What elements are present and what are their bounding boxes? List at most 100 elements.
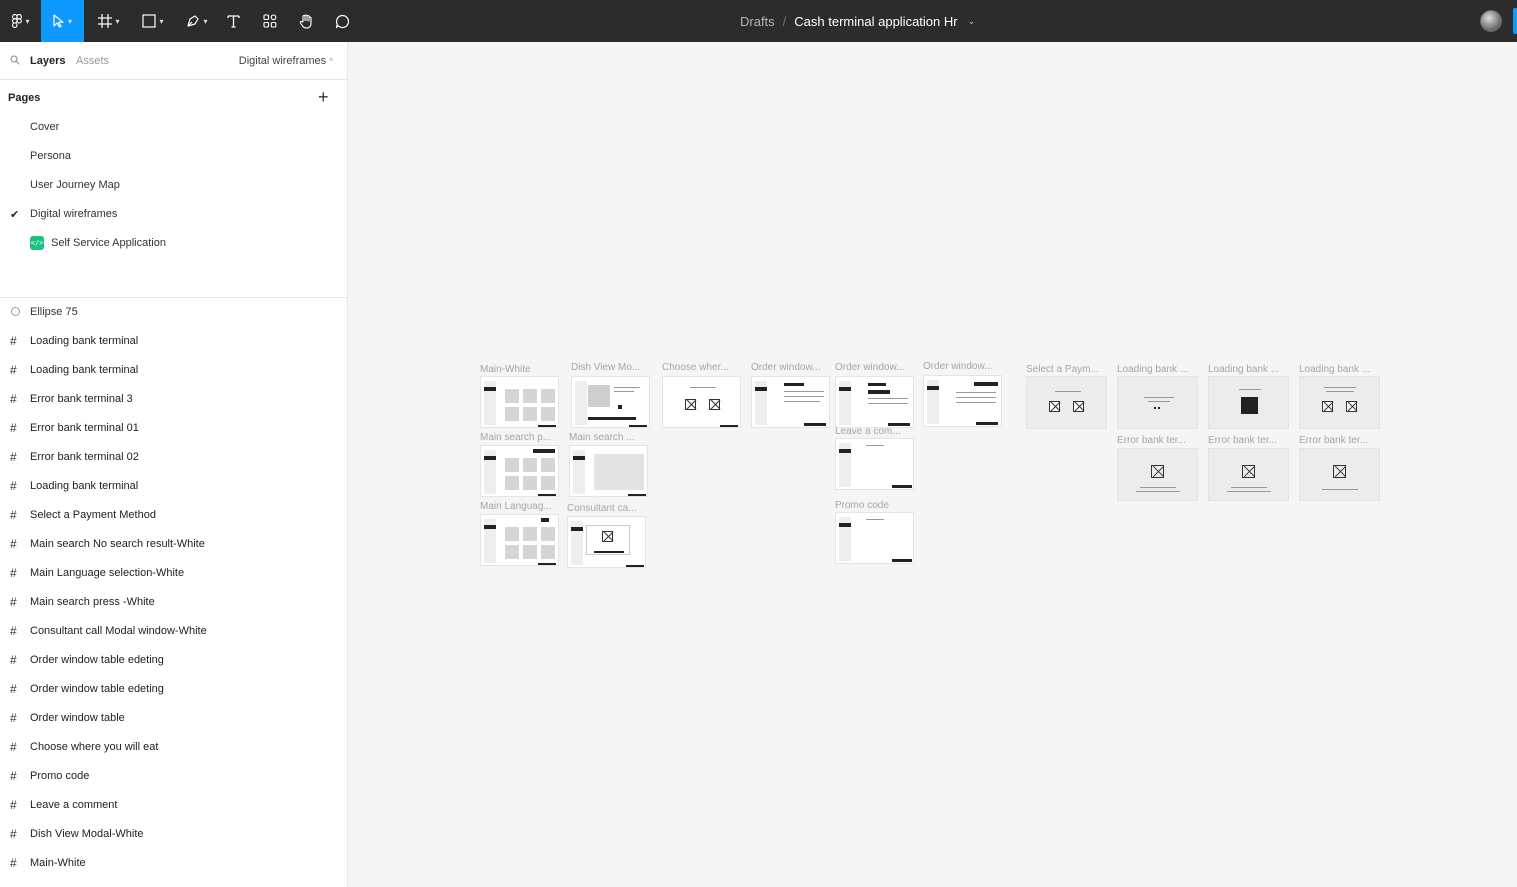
page-item-digital-wireframes[interactable]: Digital wireframes [30,208,117,220]
chevron-down-icon: ▾ [115,16,120,26]
current-page-select[interactable]: Digital wireframes ^ [239,55,333,67]
frame-label[interactable]: Order window... [751,362,820,373]
layer-label: Order window table edeting [30,654,164,666]
frame-hash-icon: # [10,334,17,348]
page-item-cover[interactable]: Cover [30,121,59,133]
frame-label[interactable]: Main search p... [480,432,551,443]
frame-label[interactable]: Loading bank ... [1117,364,1188,375]
frame-dish-view-modal[interactable] [571,376,650,428]
frame-error-2[interactable] [1208,448,1289,501]
layer-item[interactable]: # Loading bank terminal [0,472,348,501]
frame-label[interactable]: Consultant ca... [567,503,636,514]
add-page-icon[interactable]: + [318,88,329,106]
frame-error-1[interactable] [1117,448,1198,501]
frame-label[interactable]: Error bank ter... [1208,435,1277,446]
layer-label: Error bank terminal 02 [30,451,139,463]
frame-label[interactable]: Main Languag... [480,501,552,512]
frame-label[interactable]: Leave a com... [835,426,901,437]
layer-item[interactable]: # Order window table edeting [0,646,348,675]
avatar[interactable] [1480,10,1502,32]
layer-label: Loading bank terminal [30,335,139,347]
frame-label[interactable]: Main-White [480,364,531,375]
move-tool-button[interactable]: ▾ [41,0,84,42]
layer-item[interactable]: # Promo code [0,762,348,791]
frame-label[interactable]: Main search ... [569,432,635,443]
frame-main-language[interactable] [480,514,559,566]
layer-item[interactable]: # Loading bank terminal [0,356,348,385]
chevron-down-icon[interactable]: ⌄ [968,16,976,27]
layer-item[interactable]: # Error bank terminal 02 [0,443,348,472]
breadcrumb-drafts[interactable]: Drafts [740,14,775,29]
frame-hash-icon: # [10,595,17,609]
components-icon [263,14,277,28]
frame-error-3[interactable] [1299,448,1380,501]
comment-tool-button[interactable] [330,0,354,42]
frame-label[interactable]: Error bank ter... [1299,435,1368,446]
frame-order-window-2[interactable] [835,376,914,428]
frame-label[interactable]: Error bank ter... [1117,435,1186,446]
resources-tool-button[interactable] [258,0,282,42]
main-menu-button[interactable]: ▾ [4,0,38,42]
share-button-edge[interactable] [1513,8,1517,34]
layer-item[interactable]: # Select a Payment Method [0,501,348,530]
frame-label[interactable]: Promo code [835,500,889,511]
frame-main-search-no-result[interactable] [569,445,648,497]
layer-item[interactable]: # Error bank terminal 01 [0,414,348,443]
frame-label[interactable]: Order window... [835,362,904,373]
page-item-user-journey-map[interactable]: User Journey Map [30,179,120,191]
frame-label[interactable]: Loading bank ... [1208,364,1279,375]
frame-label[interactable]: Dish View Mo... [571,362,640,373]
frame-order-window-1[interactable] [751,376,830,428]
layer-label: Choose where you will eat [30,741,159,753]
frame-leave-comment[interactable] [835,438,914,490]
pen-tool-button[interactable]: ▾ [178,0,216,42]
left-sidebar: Layers Assets Digital wireframes ^ Pages… [0,42,348,887]
tab-assets[interactable]: Assets [76,55,109,67]
frame-hash-icon: # [10,827,17,841]
hand-tool-button[interactable] [294,0,318,42]
layer-item[interactable]: # Order window table edeting [0,675,348,704]
frame-hash-icon: # [10,856,17,870]
layer-item[interactable]: # Leave a comment [0,791,348,820]
frame-main-search-press[interactable] [480,445,559,497]
frame-label[interactable]: Loading bank ... [1299,364,1370,375]
frame-order-window-3[interactable] [923,375,1002,427]
frame-choose-where[interactable] [662,376,741,428]
frame-hash-icon: # [10,682,17,696]
layer-label: Order window table edeting [30,683,164,695]
shape-tool-button[interactable]: ▾ [134,0,172,42]
frame-label[interactable]: Choose wher... [662,362,729,373]
frame-loading-1[interactable] [1117,376,1198,429]
layer-item[interactable]: # Loading bank terminal [0,327,348,356]
layer-item[interactable]: # Error bank terminal 3 [0,385,348,414]
file-name[interactable]: Cash terminal application Hr [794,14,957,29]
tab-layers[interactable]: Layers [30,55,65,67]
layer-item[interactable]: # Main search No search result-White [0,530,348,559]
layer-item[interactable]: # Order window table [0,704,348,733]
layer-item[interactable]: Ellipse 75 [0,298,348,327]
text-tool-button[interactable] [222,0,244,42]
design-canvas[interactable]: Main-White Dish View Mo... Choose wher..… [349,42,1517,887]
frame-consultant-call[interactable] [567,516,646,568]
frame-tool-button[interactable]: ▾ [90,0,128,42]
frame-promo-code[interactable] [835,512,914,564]
frame-hash-icon: # [10,769,17,783]
search-icon[interactable] [10,55,20,68]
frame-label[interactable]: Order window... [923,361,992,372]
layer-item[interactable]: # Dish View Modal-White [0,820,348,849]
checkmark-icon: ✔ [10,209,20,221]
layer-label: Main-White [30,857,86,869]
frame-main-white[interactable] [480,376,559,428]
frame-loading-2[interactable] [1208,376,1289,429]
layer-item[interactable]: # Main-White [0,849,348,878]
layer-item[interactable]: # Choose where you will eat [0,733,348,762]
page-item-persona[interactable]: Persona [30,150,71,162]
layer-item[interactable]: # Main Language selection-White [0,559,348,588]
frame-label[interactable]: Select a Paym... [1026,364,1099,375]
page-item-self-service-application[interactable]: Self Service Application [51,237,166,249]
layer-label: Main Language selection-White [30,567,185,579]
layer-item[interactable]: # Main search press -White [0,588,348,617]
frame-loading-3[interactable] [1299,376,1380,429]
frame-select-payment[interactable] [1026,376,1107,429]
layer-item[interactable]: # Consultant call Modal window-White [0,617,348,646]
